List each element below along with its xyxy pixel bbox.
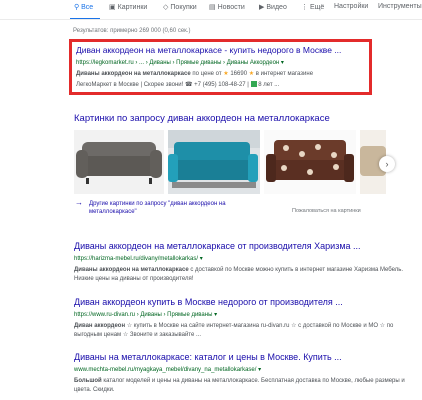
tab-tools[interactable]: Инструменты [378, 3, 422, 10]
more-vert-icon: ⋮ [301, 4, 308, 11]
image-icon: ▣ [109, 4, 116, 11]
star-icon: ★ [223, 71, 229, 77]
result-title-link[interactable]: Диваны на металлокаркасе: каталог и цены… [74, 352, 414, 362]
dropdown-arrow-icon[interactable]: ▾ [281, 60, 284, 66]
dropdown-arrow-icon[interactable]: ▾ [258, 367, 261, 373]
active-tab-indicator [70, 18, 100, 19]
result-snippet: Диваны аккордеон на металлокаркасе с дос… [74, 267, 404, 282]
result-url[interactable]: https://harizma-mebel.ru/divany/metallok… [74, 255, 414, 262]
tab-news[interactable]: ▤ Новости [209, 3, 245, 12]
images-heading-link[interactable]: Картинки по запросу диван аккордеон на м… [74, 113, 330, 124]
image-thumb-brown-sofa[interactable] [264, 130, 356, 194]
ad-extension: ЛегкоМаркет в Москве | Скорее звони! ☎ +… [76, 81, 280, 88]
play-icon: ▶ [259, 4, 265, 11]
tab-more[interactable]: ⋮ Ещё [301, 3, 324, 12]
result-url[interactable]: www.mechta-mebel.ru/myagkaya_mebel/divan… [74, 366, 414, 373]
search-icon: ⚲ [74, 4, 80, 11]
results-stats: Результатов: примерно 269 000 (0,60 сек.… [73, 28, 191, 34]
search-result: Диваны аккордеон на металлокаркасе от пр… [74, 241, 414, 284]
image-thumb-gray-sofa[interactable] [74, 130, 164, 194]
tab-shopping[interactable]: ◇ Покупки [163, 3, 197, 12]
arrow-right-icon: → [75, 198, 83, 207]
dropdown-arrow-icon[interactable]: ▾ [200, 256, 203, 262]
report-images-link[interactable]: Пожаловаться на картинки [292, 208, 361, 214]
ad-result-highlight: Диван аккордеон на металлокаркасе - купи… [69, 39, 372, 95]
tag-icon: ◇ [163, 4, 169, 11]
result-title-link[interactable]: Диван аккордеон купить в Москве недорого… [74, 297, 414, 307]
ad-description: Диваны аккордеон на металлокаркасе по це… [76, 71, 314, 77]
search-result: Диван аккордеон купить в Москве недорого… [74, 297, 414, 340]
image-thumb-teal-sofa[interactable] [168, 130, 260, 194]
check-icon [250, 81, 257, 87]
ad-title-link[interactable]: Диван аккордеон на металлокаркасе - купи… [76, 45, 341, 55]
tab-settings[interactable]: Настройки [334, 3, 368, 10]
result-url[interactable]: https://www.ru-divan.ru › Диваны › Прямы… [74, 311, 414, 318]
tab-video[interactable]: ▶ Видео [259, 3, 287, 12]
ad-url[interactable]: https://legkomarket.ru › ... › Диваны › … [76, 59, 284, 66]
chevron-right-icon: › [385, 159, 389, 169]
result-snippet: Диван аккордеон ☆ купить в Москве на сай… [74, 323, 394, 338]
search-result: Диваны на металлокаркасе: каталог и цены… [74, 352, 414, 395]
search-tabs: ⚲ Все ▣ Картинки ◇ Покупки ▤ Новости ▶ Видео … [0, 0, 422, 20]
dropdown-arrow-icon[interactable]: ▾ [214, 312, 217, 318]
tab-all[interactable]: ⚲ Все [74, 3, 93, 12]
result-snippet: Большой каталог моделей и цены на диваны… [74, 378, 405, 393]
next-images-button[interactable]: › [379, 156, 395, 172]
more-images-link[interactable]: → Другие картинки по запросу "диван акко… [75, 198, 269, 216]
news-icon: ▤ [209, 4, 216, 11]
result-title-link[interactable]: Диваны аккордеон на металлокаркасе от пр… [74, 241, 414, 251]
tab-images[interactable]: ▣ Картинки [109, 3, 147, 12]
